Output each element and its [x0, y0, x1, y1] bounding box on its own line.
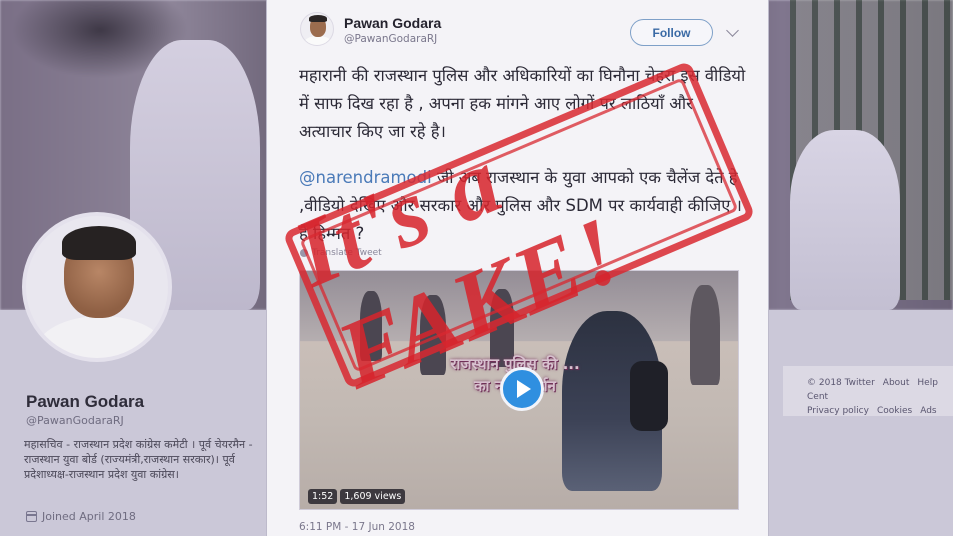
- tweet-author-handle[interactable]: @PawanGodaraRJ: [344, 33, 437, 45]
- joined-label: Joined April 2018: [42, 510, 136, 523]
- video-stats-badge: 1:52 1,609 views: [308, 489, 406, 504]
- profile-bio: महासचिव - राजस्थान प्रदेश कांग्रेस कमेटी…: [24, 438, 253, 481]
- video-views: 1,609 views: [340, 489, 406, 504]
- footer-link-ads[interactable]: Ads: [920, 406, 936, 416]
- tweet-timestamp[interactable]: 6:11 PM - 17 Jun 2018: [299, 521, 415, 533]
- tweet-author-name[interactable]: Pawan Godara: [344, 15, 441, 31]
- profile-avatar[interactable]: [22, 212, 172, 362]
- chevron-down-icon[interactable]: [726, 24, 739, 37]
- calendar-icon: [26, 511, 37, 522]
- footer-link-about[interactable]: About: [883, 378, 910, 388]
- footer-link-privacy[interactable]: Privacy policy: [807, 406, 869, 416]
- footer-link-cookies[interactable]: Cookies: [877, 406, 912, 416]
- footer-copyright: © 2018 Twitter: [807, 378, 875, 388]
- profile-name[interactable]: Pawan Godara: [26, 392, 144, 412]
- site-footer: © 2018 Twitter About Help Cent Privacy pol…: [783, 366, 953, 416]
- background-person: [790, 130, 900, 310]
- video-person: [690, 285, 720, 385]
- play-button[interactable]: [500, 367, 544, 411]
- video-duration: 1:52: [308, 489, 338, 504]
- play-icon: [517, 380, 531, 398]
- profile-handle[interactable]: @PawanGodaraRJ: [26, 414, 124, 427]
- profile-joined-date: Joined April 2018: [26, 510, 136, 523]
- tweet-author-avatar[interactable]: [300, 12, 334, 46]
- video-backpack: [630, 361, 668, 431]
